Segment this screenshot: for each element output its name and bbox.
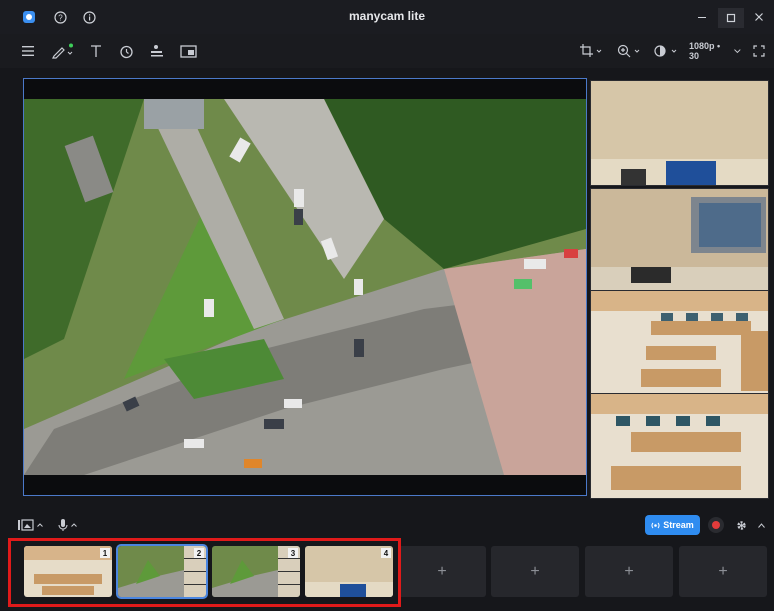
- camera-feed-4[interactable]: [590, 393, 769, 499]
- zoom-in-icon: [617, 44, 640, 58]
- expand-presets-icon[interactable]: [756, 519, 766, 531]
- presets-highlight-box: [8, 538, 401, 607]
- settings-icon[interactable]: [733, 517, 749, 533]
- text-tool-icon[interactable]: [88, 40, 104, 62]
- info-icon[interactable]: [82, 10, 96, 24]
- menu-icon[interactable]: [20, 40, 36, 62]
- aerial-intersection-image: [24, 99, 586, 475]
- svg-text:?: ?: [58, 13, 63, 22]
- maximize-button[interactable]: [718, 8, 744, 28]
- courtroom-benches-image: [591, 291, 768, 395]
- camera-feed-3[interactable]: [590, 290, 769, 396]
- minimize-icon[interactable]: [695, 10, 709, 24]
- close-icon[interactable]: [752, 10, 766, 24]
- picture-in-picture-icon[interactable]: [178, 40, 198, 62]
- video-sources-button[interactable]: [18, 517, 46, 533]
- add-preset-button[interactable]: +: [585, 546, 673, 597]
- camera-feed-1[interactable]: [590, 80, 769, 186]
- add-preset-button[interactable]: +: [398, 546, 486, 597]
- main-video-preview[interactable]: [23, 78, 587, 496]
- add-preset-button[interactable]: +: [679, 546, 767, 597]
- timer-icon[interactable]: [117, 40, 135, 62]
- fullscreen-icon[interactable]: [751, 40, 767, 62]
- stream-label: Stream: [663, 520, 694, 530]
- record-icon: [712, 521, 720, 529]
- resolution-dropdown[interactable]: 1080p • 30: [689, 40, 741, 62]
- resolution-value: 1080p • 30: [689, 41, 721, 61]
- maximize-icon: [726, 13, 736, 23]
- contrast-icon: [654, 45, 677, 57]
- draw-tool-button[interactable]: [50, 40, 78, 62]
- camera-feed-2[interactable]: [590, 188, 769, 294]
- courtroom-wall-image: [591, 189, 768, 293]
- pen-icon: [52, 43, 73, 59]
- courtroom-desks-image: [591, 394, 768, 498]
- zoom-button[interactable]: [616, 40, 644, 62]
- title-bar: [0, 0, 774, 34]
- chevron-up-icon: [71, 523, 77, 527]
- broadcast-icon: [651, 522, 660, 528]
- video-sources-icon: [18, 519, 34, 531]
- crop-tool-button[interactable]: [579, 40, 605, 62]
- chevron-down-icon: [734, 48, 741, 53]
- crop-icon: [580, 44, 602, 57]
- manycam-logo-icon[interactable]: [22, 10, 36, 24]
- lower-thirds-icon[interactable]: [148, 40, 166, 62]
- chevron-up-icon: [37, 523, 43, 527]
- image-adjust-button[interactable]: [653, 40, 681, 62]
- microphone-icon: [58, 519, 68, 531]
- help-icon[interactable]: ?: [53, 10, 67, 24]
- record-button[interactable]: [708, 517, 724, 533]
- add-preset-button[interactable]: +: [491, 546, 579, 597]
- conference-room-image: [591, 81, 768, 185]
- stream-button[interactable]: Stream: [645, 515, 700, 535]
- audio-button[interactable]: [58, 517, 82, 533]
